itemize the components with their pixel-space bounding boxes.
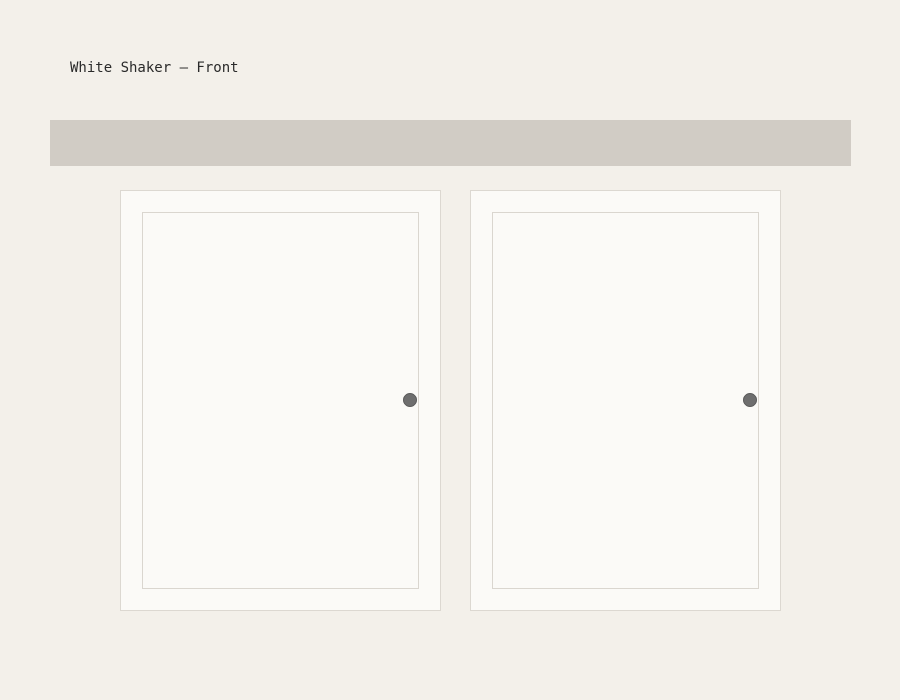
knob-icon[interactable] — [403, 393, 417, 407]
elevation-title: White Shaker – Front — [70, 60, 239, 76]
countertop — [50, 120, 851, 166]
cabinet-door-left[interactable] — [120, 190, 441, 611]
door-recessed-panel — [492, 212, 759, 589]
cabinet-door-right[interactable] — [470, 190, 781, 611]
door-recessed-panel — [142, 212, 419, 589]
